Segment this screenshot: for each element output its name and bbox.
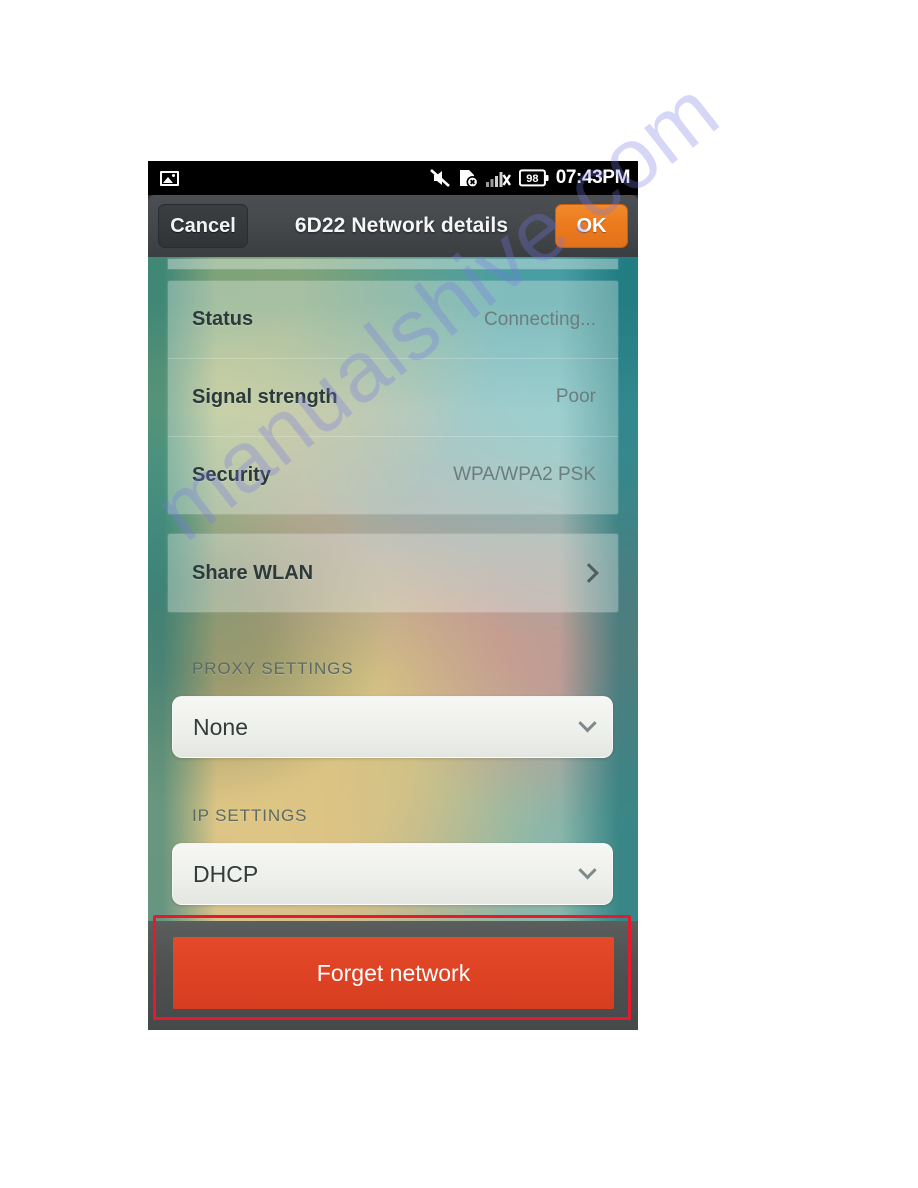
row-value: Connecting... — [484, 308, 596, 330]
phone-screenshot: 98 07:43PM Cancel 6D22 Network details O… — [148, 161, 638, 1030]
settings-content: Status Connecting... Signal strength Poo… — [148, 257, 638, 1030]
page-title: 6D22 Network details — [294, 214, 509, 237]
proxy-settings-header: PROXY SETTINGS — [192, 659, 354, 678]
forget-network-footer: Forget network — [148, 921, 638, 1030]
forget-network-button[interactable]: Forget network — [173, 937, 614, 1009]
share-wlan-row-inner[interactable]: Share WLAN — [168, 534, 618, 612]
ip-settings-dropdown[interactable]: DHCP — [172, 843, 613, 905]
status-bar-right: 98 07:43PM — [429, 167, 630, 189]
sim-card-error-icon — [458, 168, 479, 188]
chevron-down-icon — [578, 860, 597, 879]
row-value: WPA/WPA2 PSK — [453, 464, 596, 485]
table-row[interactable]: Status Connecting... — [168, 281, 618, 358]
cancel-button[interactable]: Cancel — [158, 204, 248, 248]
signal-no-service-icon — [485, 168, 512, 188]
row-label: Security — [192, 463, 271, 486]
row-label: Signal strength — [192, 385, 338, 408]
svg-text:98: 98 — [526, 173, 538, 185]
chevron-right-icon — [579, 563, 599, 583]
scrolled-partial-row — [168, 259, 618, 269]
proxy-settings-dropdown[interactable]: None — [172, 696, 613, 758]
share-wlan-label: Share WLAN — [192, 561, 314, 584]
battery-icon: 98 — [518, 169, 549, 187]
row-label: Status — [192, 308, 254, 330]
vibrate-muted-icon — [429, 168, 451, 188]
action-bar: Cancel 6D22 Network details OK — [148, 195, 638, 257]
status-bar: 98 07:43PM — [148, 161, 638, 195]
ip-settings-header: IP SETTINGS — [192, 806, 308, 825]
table-row[interactable]: Signal strength Poor — [168, 358, 618, 435]
page-canvas: 98 07:43PM Cancel 6D22 Network details O… — [0, 0, 918, 1188]
share-wlan-row[interactable]: Share WLAN — [168, 534, 618, 612]
image-icon — [160, 170, 179, 186]
ok-button[interactable]: OK — [555, 204, 628, 248]
status-bar-left — [160, 170, 179, 186]
network-info-group: Status Connecting... Signal strength Poo… — [168, 281, 618, 514]
chevron-down-icon — [578, 713, 597, 732]
row-value: Poor — [555, 386, 596, 407]
ip-selected-value: DHCP — [193, 860, 259, 887]
proxy-selected-value: None — [193, 713, 248, 740]
table-row[interactable]: Security WPA/WPA2 PSK — [168, 436, 618, 513]
status-bar-clock: 07:43PM — [555, 167, 631, 188]
